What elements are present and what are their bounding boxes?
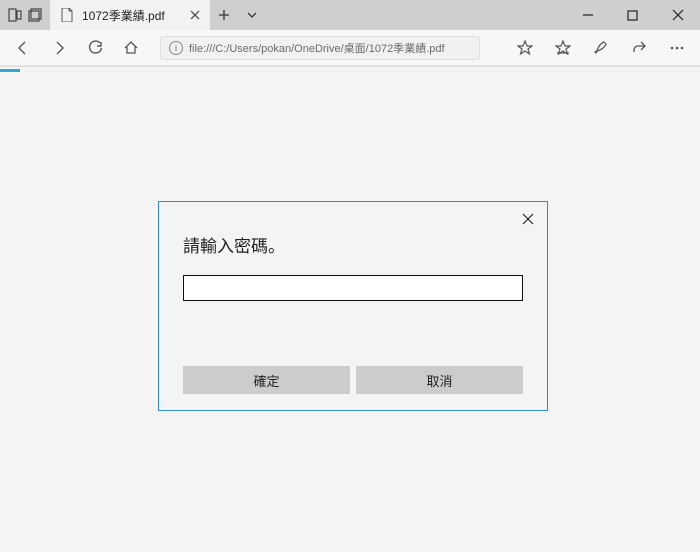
password-input[interactable] bbox=[183, 275, 523, 301]
address-text: file:///C:/Users/pokan/OneDrive/桌面/1072季… bbox=[189, 40, 445, 56]
page-edge-indicator bbox=[0, 69, 20, 72]
browser-toolbar: i file:///C:/Users/pokan/OneDrive/桌面/107… bbox=[0, 30, 700, 66]
address-bar[interactable]: i file:///C:/Users/pokan/OneDrive/桌面/107… bbox=[160, 36, 480, 60]
dialog-close-button[interactable] bbox=[519, 210, 537, 228]
ok-button[interactable]: 確定 bbox=[183, 366, 350, 394]
page-content: 請輸入密碼。 確定 取消 bbox=[0, 66, 700, 552]
home-button[interactable] bbox=[114, 34, 148, 62]
share-button[interactable] bbox=[622, 34, 656, 62]
back-button[interactable] bbox=[6, 34, 40, 62]
refresh-button[interactable] bbox=[78, 34, 112, 62]
tab-close-icon[interactable] bbox=[188, 8, 202, 22]
password-dialog: 請輸入密碼。 確定 取消 bbox=[158, 201, 548, 411]
more-button[interactable] bbox=[660, 34, 694, 62]
toolbar-right bbox=[508, 34, 694, 62]
browser-tab[interactable]: 1072季業績.pdf bbox=[50, 0, 210, 30]
favorite-button[interactable] bbox=[508, 34, 542, 62]
new-tab-button[interactable] bbox=[210, 0, 238, 30]
show-tabs-icon[interactable] bbox=[28, 8, 42, 22]
maximize-button[interactable] bbox=[610, 0, 655, 30]
site-info-icon[interactable]: i bbox=[169, 41, 183, 55]
set-aside-tabs-icon[interactable] bbox=[8, 8, 22, 22]
reading-list-button[interactable] bbox=[546, 34, 580, 62]
titlebar-left-icons bbox=[0, 0, 50, 30]
cancel-button[interactable]: 取消 bbox=[356, 366, 523, 394]
notes-button[interactable] bbox=[584, 34, 618, 62]
minimize-button[interactable] bbox=[565, 0, 610, 30]
file-icon bbox=[60, 8, 74, 22]
forward-button[interactable] bbox=[42, 34, 76, 62]
titlebar: 1072季業績.pdf bbox=[0, 0, 700, 30]
tab-title: 1072季業績.pdf bbox=[82, 7, 165, 24]
dialog-title: 請輸入密碼。 bbox=[183, 232, 523, 257]
window-controls bbox=[565, 0, 700, 30]
close-window-button[interactable] bbox=[655, 0, 700, 30]
tab-preview-toggle-icon[interactable] bbox=[238, 0, 266, 30]
